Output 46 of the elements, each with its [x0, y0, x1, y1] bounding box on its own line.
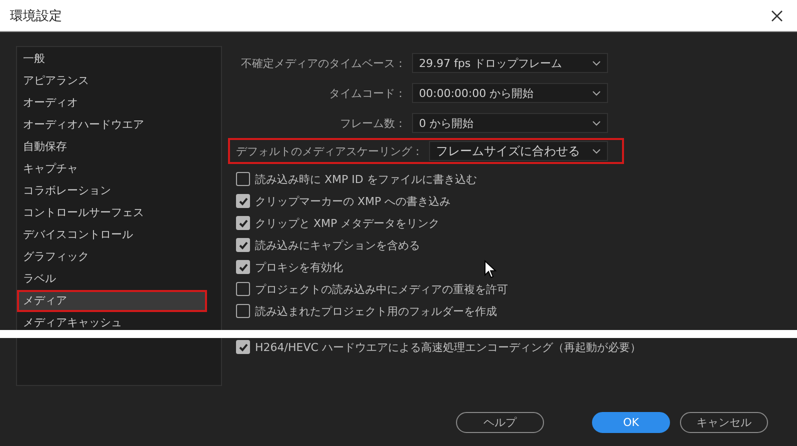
field-label: フレーム数：	[340, 116, 406, 130]
sidebar-item[interactable]: メディアキャッシュ	[17, 312, 221, 330]
checkbox-label: 読み込まれたプロジェクト用のフォルダーを作成	[255, 304, 497, 318]
checkbox[interactable]	[236, 172, 250, 186]
sidebar-item[interactable]: ラベル	[17, 268, 221, 290]
checkbox-label: H264/HEVC ハードウエアによる高速処理エンコーディング（再起動が必要）	[255, 340, 641, 354]
checkbox[interactable]	[236, 282, 250, 296]
sidebar-item[interactable]: アピアランス	[17, 70, 221, 92]
checkbox-label: 読み込み時に XMP ID をファイルに書き込む	[255, 172, 477, 186]
checkbox-label: 読み込みにキャプションを含める	[255, 238, 420, 252]
chevron-icon	[592, 60, 601, 66]
dropdown[interactable]: フレームサイズに合わせる	[429, 141, 608, 161]
checkbox-label: クリップマーカーの XMP への書き込み	[255, 194, 451, 208]
sidebar-item[interactable]: オーディオハードウエア	[17, 114, 221, 136]
sidebar-item[interactable]: キャプチャ	[17, 158, 221, 180]
chevron-icon	[592, 148, 601, 154]
dropdown[interactable]: 00:00:00:00 から開始	[412, 83, 608, 103]
sidebar-item[interactable]: メディア	[17, 290, 207, 312]
checkbox[interactable]	[236, 260, 250, 274]
field-label: 不確定メディアのタイムベース：	[241, 56, 406, 70]
sidebar-item[interactable]: オーディオ	[17, 92, 221, 114]
dialog-button[interactable]: ヘルプ	[456, 412, 544, 433]
close-icon[interactable]	[771, 10, 783, 22]
dialog-button[interactable]: キャンセル	[680, 412, 768, 433]
checkbox[interactable]	[236, 216, 250, 230]
checkbox[interactable]	[236, 340, 250, 354]
mouse-cursor-icon	[484, 260, 497, 279]
sidebar-item[interactable]: コラボレーション	[17, 180, 221, 202]
sidebar-item[interactable]: グラフィック	[17, 246, 221, 268]
checkbox-label: クリップと XMP メタデータをリンク	[255, 216, 440, 230]
checkbox-label: プロキシを有効化	[255, 260, 343, 274]
sidebar-item[interactable]: コントロールサーフェス	[17, 202, 221, 224]
sidebar-item[interactable]: 一般	[17, 48, 221, 70]
checkbox-label: プロジェクトの読み込み中にメディアの重複を許可	[255, 282, 508, 296]
chevron-icon	[592, 120, 601, 126]
field-label: タイムコード：	[329, 86, 406, 100]
checkbox[interactable]	[236, 194, 250, 208]
window-title: 環境設定	[10, 8, 62, 24]
dropdown[interactable]: 29.97 fps ドロップフレーム	[412, 53, 608, 73]
sidebar-item[interactable]: デバイスコントロール	[17, 224, 221, 246]
chevron-icon	[592, 90, 601, 96]
dropdown[interactable]: 0 から開始	[412, 113, 608, 133]
checkbox[interactable]	[236, 238, 250, 252]
sidebar-item[interactable]: 自動保存	[17, 136, 221, 158]
checkbox[interactable]	[236, 304, 250, 318]
field-label: デフォルトのメディアスケーリング：	[236, 144, 423, 158]
